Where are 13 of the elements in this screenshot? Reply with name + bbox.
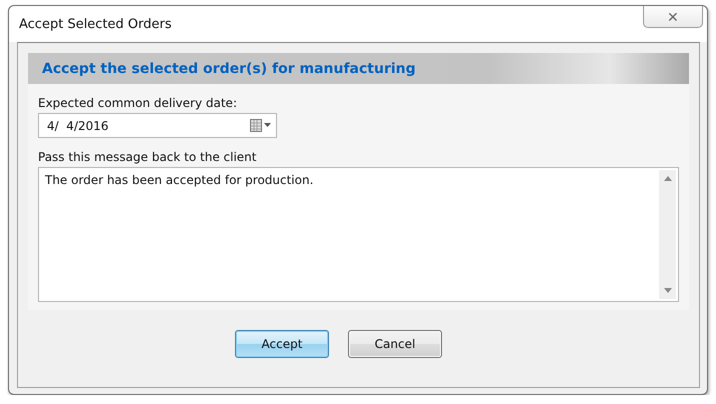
calendar-dropdown-icon <box>250 119 272 132</box>
message-field[interactable]: The order has been accepted for production. <box>38 167 679 302</box>
field-label: Pass this message back to the client <box>38 150 258 164</box>
date-picker[interactable]: 4/ 4/2016 <box>38 113 277 138</box>
field-label: Expected common delivery date: <box>38 96 238 110</box>
section-header: Accept the selected order(s) for manufacturing <box>28 53 689 84</box>
scroll-up-icon <box>664 176 672 181</box>
scrollbar[interactable] <box>659 170 676 299</box>
close-button[interactable]: ✕ <box>643 6 703 28</box>
window-title: Accept Selected Orders <box>19 16 172 32</box>
cancel-button[interactable]: Cancel <box>348 330 442 358</box>
scroll-down-icon <box>664 288 672 293</box>
accept-button[interactable]: Accept <box>235 330 329 358</box>
